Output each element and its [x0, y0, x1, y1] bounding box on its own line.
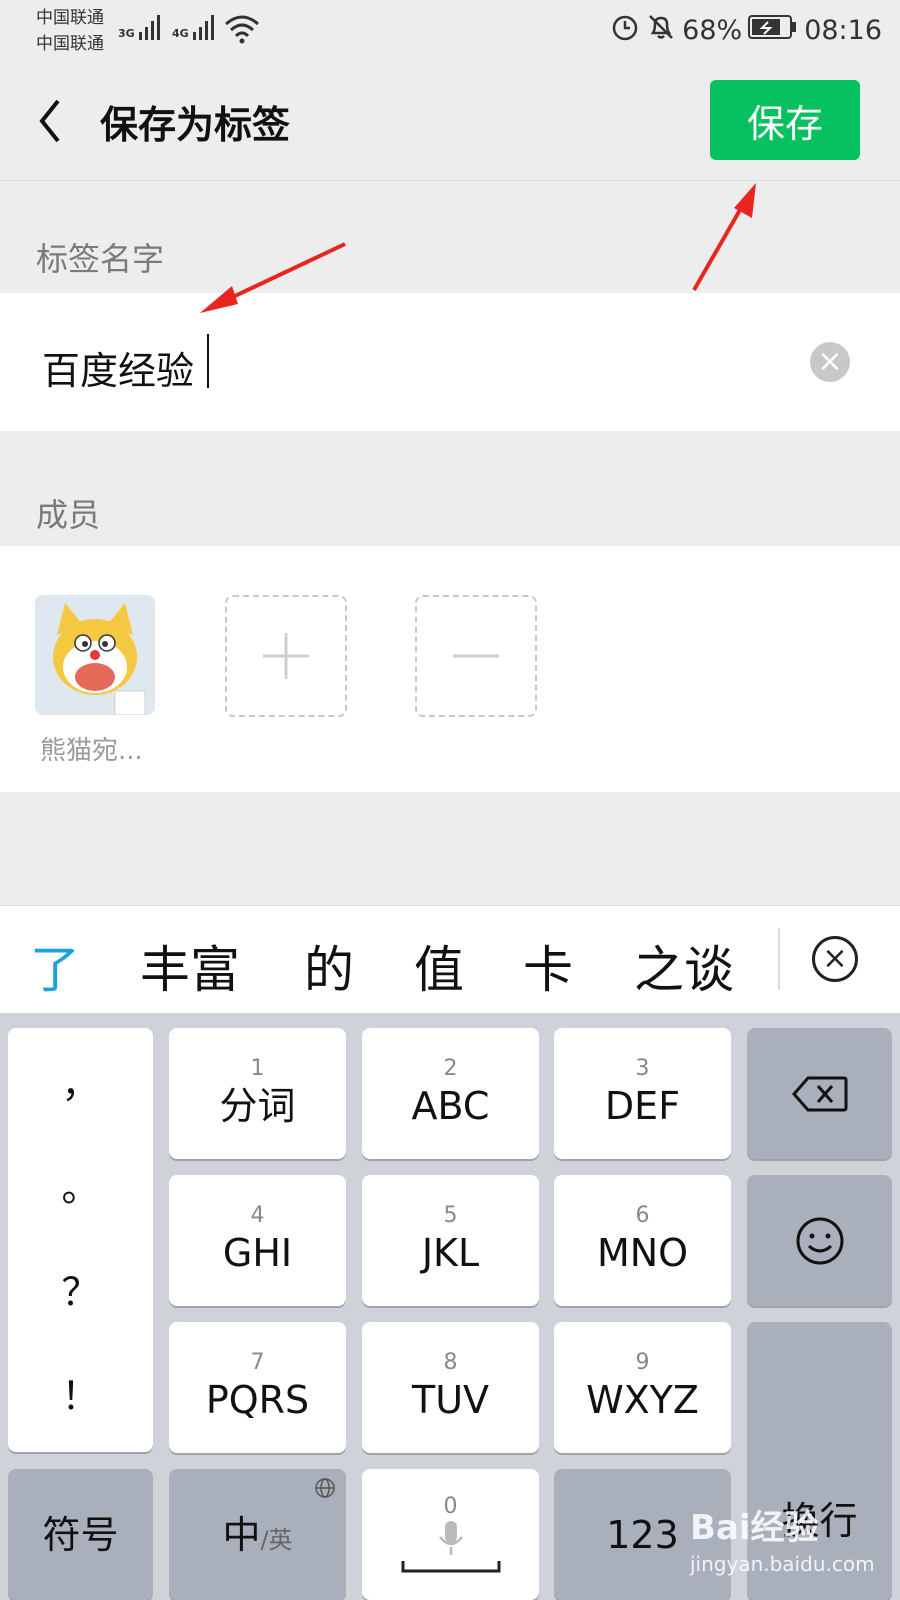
punct-question[interactable]: ？ [61, 1240, 99, 1344]
candidate-6[interactable]: 之谈 [634, 930, 734, 1002]
backspace-key[interactable] [747, 1028, 892, 1159]
key-6[interactable]: 6 MNO [554, 1175, 731, 1306]
emoji-key[interactable] [747, 1175, 892, 1306]
punct-comma[interactable]: ， [61, 1032, 99, 1136]
minus-icon [453, 654, 499, 658]
backspace-icon [791, 1076, 847, 1111]
tag-name-input-value[interactable]: 百度经验 [42, 340, 194, 395]
key-9[interactable]: 9 WXYZ [554, 1322, 731, 1453]
close-candidates-icon[interactable]: × [812, 936, 858, 982]
space-key[interactable]: 0 [362, 1469, 539, 1600]
watermark: Bai经验 [690, 1508, 819, 1548]
text-caret [207, 334, 209, 388]
key-8[interactable]: 8 TUV [362, 1322, 539, 1453]
punctuation-key-column[interactable]: ， 。 ？ ！ [8, 1028, 153, 1452]
candidate-5[interactable]: 卡 [523, 930, 573, 1002]
candidate-divider [778, 928, 780, 990]
symbol-key[interactable]: 符号 [8, 1469, 153, 1600]
annotation-arrows [200, 183, 756, 313]
candidate-1[interactable]: 了 [30, 930, 80, 1002]
space-bar-icon [401, 1560, 500, 1572]
remove-member-button[interactable] [415, 595, 537, 717]
key-7[interactable]: 7 PQRS [169, 1322, 346, 1453]
microphone-icon [438, 1520, 463, 1555]
key-2[interactable]: 2 ABC [362, 1028, 539, 1159]
smiley-icon [796, 1217, 843, 1264]
key-5[interactable]: 5 JKL [362, 1175, 539, 1306]
candidate-3[interactable]: 的 [304, 930, 354, 1002]
language-switch-key[interactable]: 中/英 [169, 1469, 346, 1600]
candidate-4[interactable]: 值 [414, 930, 464, 1002]
members-section-label: 成员 [36, 496, 101, 534]
key-3[interactable]: 3 DEF [554, 1028, 731, 1159]
candidate-2[interactable]: 丰富 [140, 930, 240, 1002]
member-name: 熊猫宛... [40, 736, 143, 766]
key-4[interactable]: 4 GHI [169, 1175, 346, 1306]
punct-period[interactable]: 。 [61, 1136, 99, 1240]
globe-icon [314, 1477, 336, 1503]
punct-exclaim[interactable]: ！ [61, 1344, 99, 1448]
watermark-url: jingyan.baidu.com [690, 1552, 875, 1576]
clear-input-icon[interactable]: × [810, 342, 850, 382]
key-1[interactable]: 1 分词 [169, 1028, 346, 1159]
avatar[interactable] [35, 595, 155, 715]
add-member-button[interactable] [225, 595, 347, 717]
plus-icon [263, 633, 309, 679]
